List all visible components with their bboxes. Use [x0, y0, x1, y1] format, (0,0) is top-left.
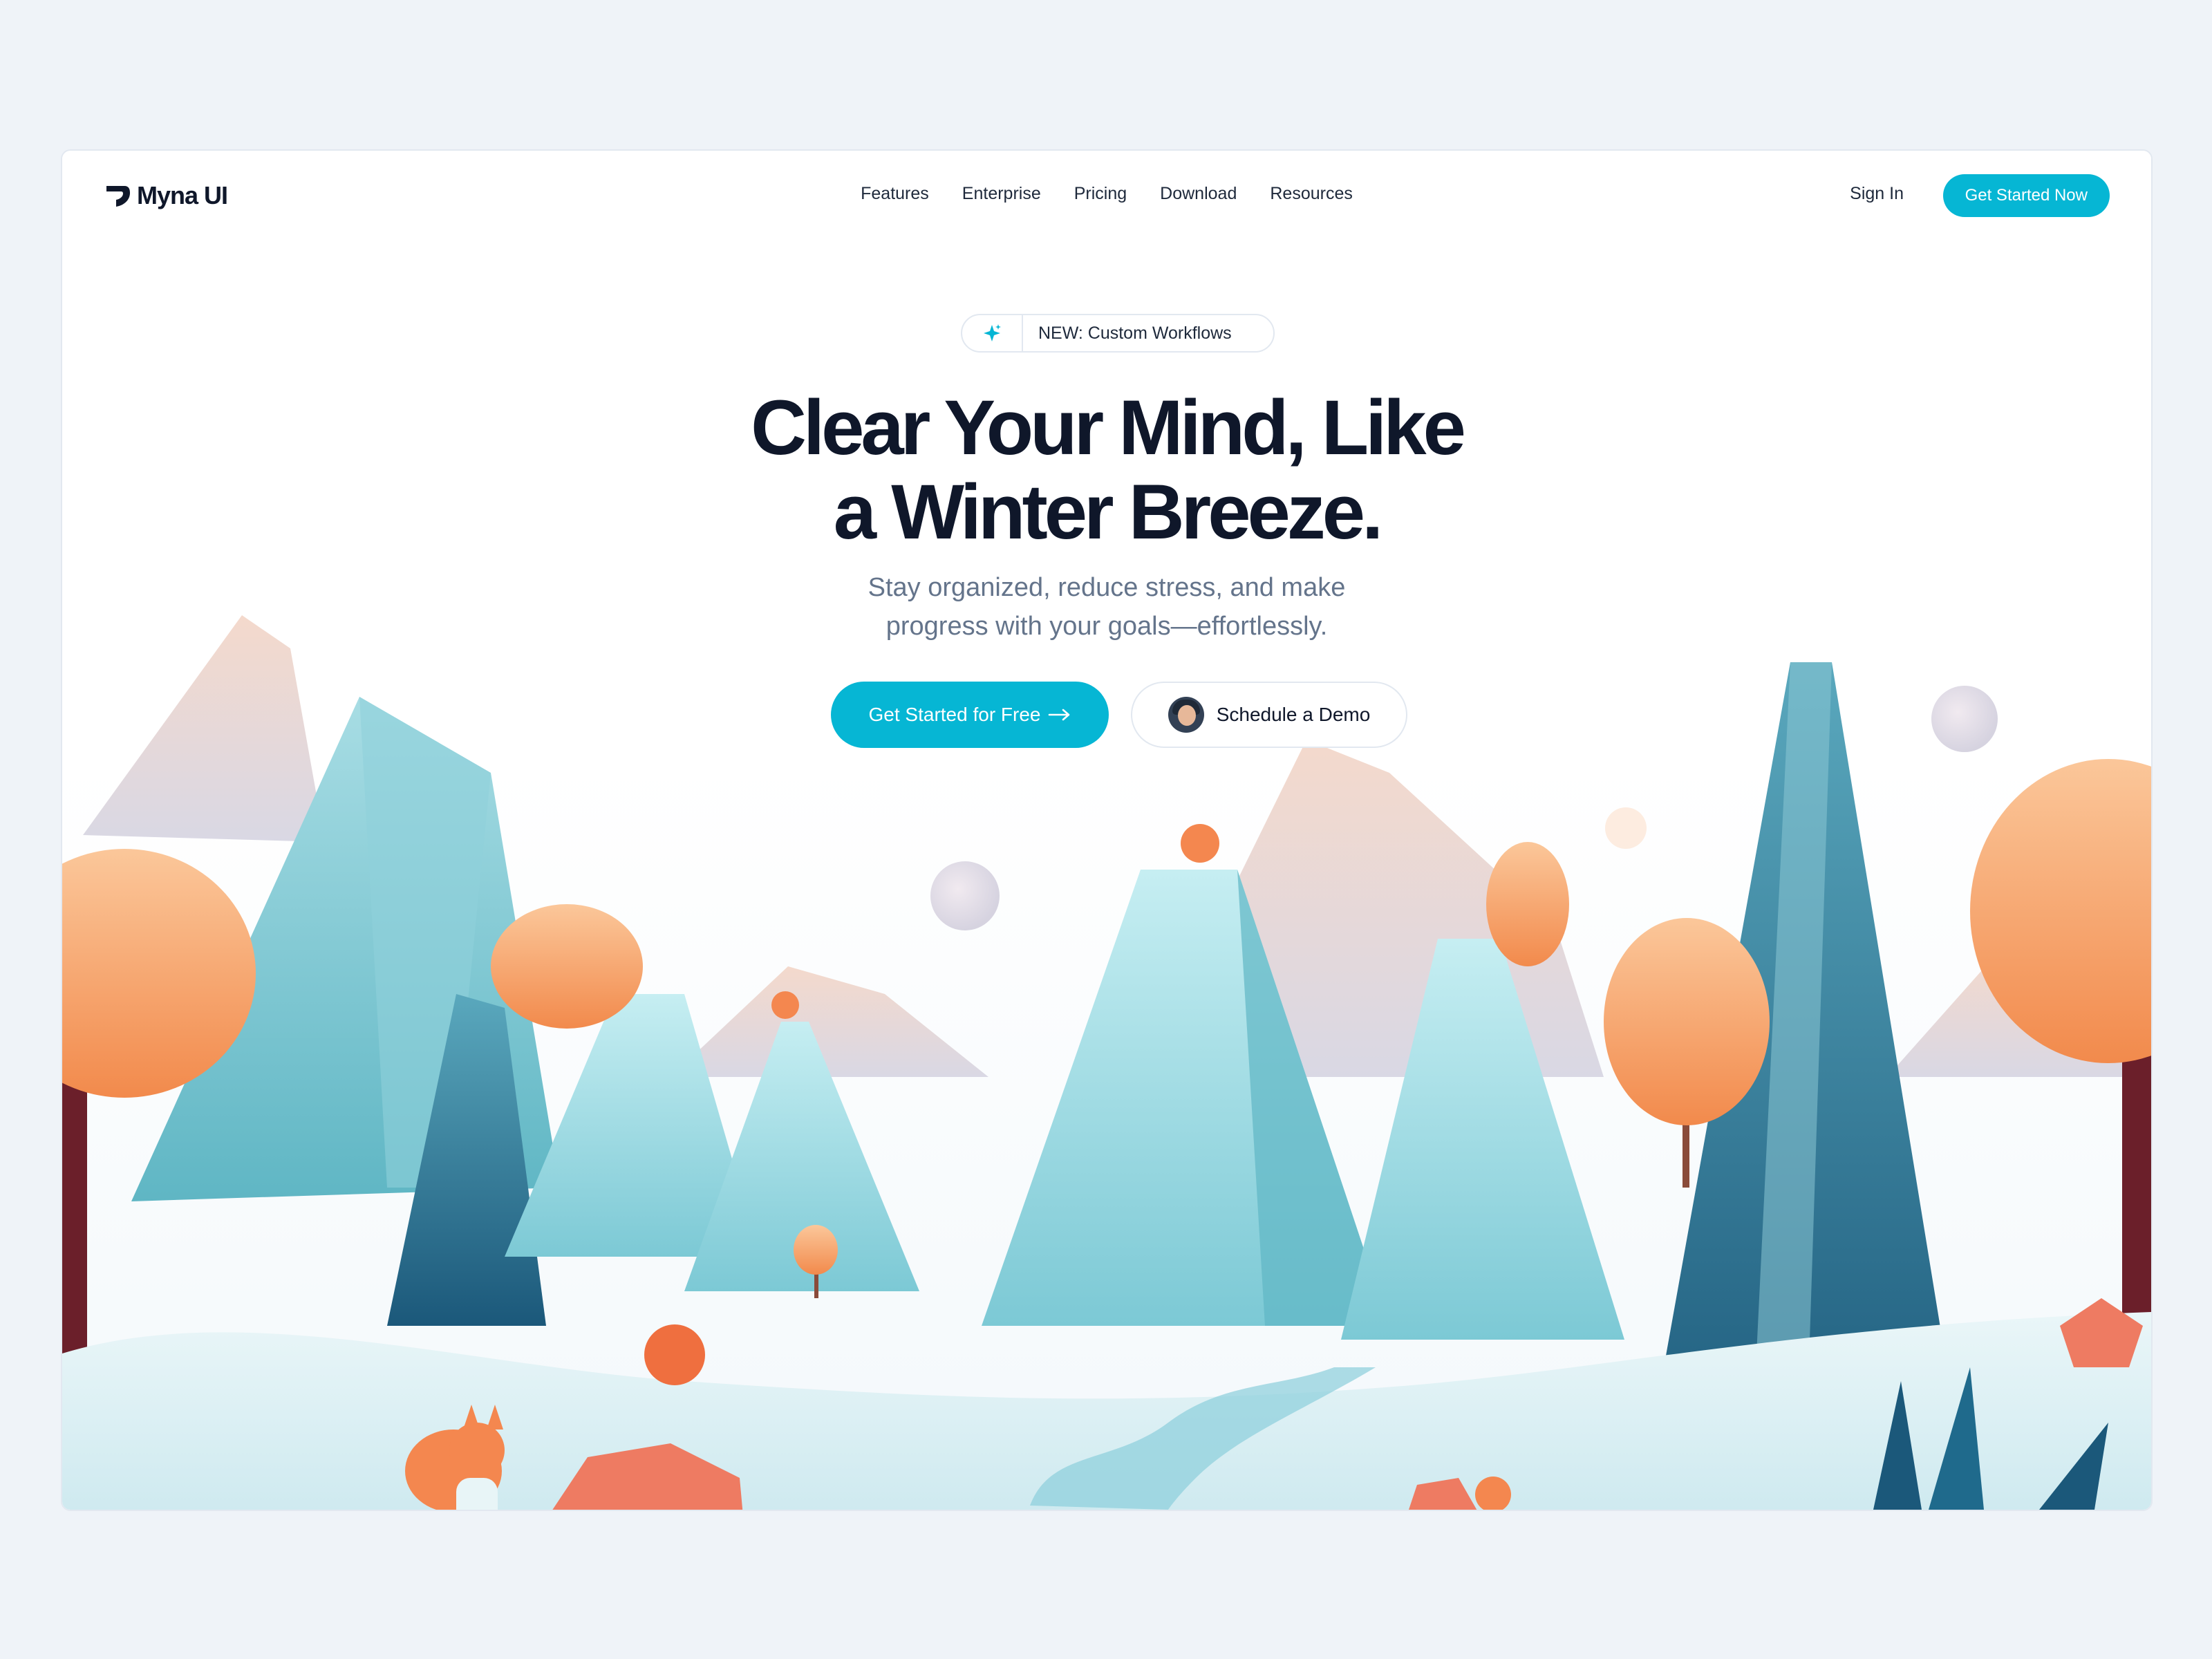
sign-in-link[interactable]: Sign In [1850, 184, 1904, 204]
hero-subhead: Stay organized, reduce stress, and make … [62, 568, 2151, 646]
headline-line-2: a Winter Breeze. [833, 469, 1383, 555]
hero-headline: Clear Your Mind, Like a Winter Breeze. [62, 386, 2151, 554]
get-started-now-button[interactable]: Get Started Now [1942, 174, 2110, 217]
avatar [1168, 697, 1204, 733]
landing-page-card: Myna UI Features Enterprise Pricing Down… [61, 149, 2153, 1511]
get-started-free-button[interactable]: Get Started for Free [831, 682, 1109, 748]
winter-landscape-illustration [62, 151, 2151, 1510]
sparkle-icon [962, 315, 1023, 351]
nav-enterprise[interactable]: Enterprise [962, 184, 1041, 204]
schedule-demo-label: Schedule a Demo [1216, 704, 1371, 725]
arrow-right-icon [1048, 709, 1069, 721]
subhead-line-2: progress with your goals—effortlessly. [885, 612, 1328, 641]
nav-pricing[interactable]: Pricing [1074, 184, 1127, 204]
badge-text: NEW: Custom Workflows [1038, 323, 1232, 343]
nav-resources[interactable]: Resources [1270, 184, 1353, 204]
subhead-line-1: Stay organized, reduce stress, and make [868, 573, 1346, 602]
nav-features[interactable]: Features [861, 184, 929, 204]
get-started-free-label: Get Started for Free [868, 704, 1041, 725]
primary-nav: Features Enterprise Pricing Download Res… [62, 184, 2151, 204]
nav-download[interactable]: Download [1160, 184, 1237, 204]
schedule-demo-button[interactable]: Schedule a Demo [1131, 682, 1407, 748]
headline-line-1: Clear Your Mind, Like [751, 384, 1466, 471]
announcement-badge[interactable]: NEW: Custom Workflows [961, 314, 1275, 353]
top-navbar: Myna UI Features Enterprise Pricing Down… [62, 151, 2151, 247]
